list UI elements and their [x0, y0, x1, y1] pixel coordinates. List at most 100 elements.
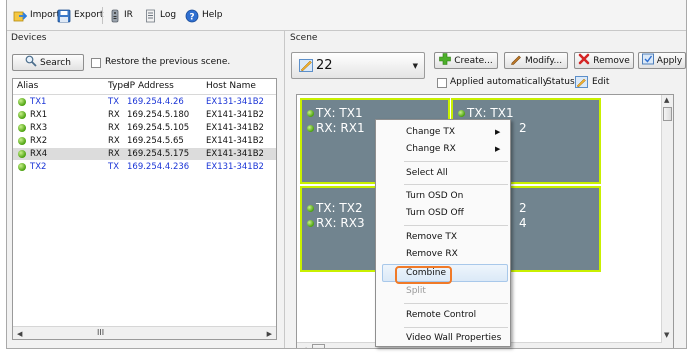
online-status-icon	[18, 163, 26, 171]
toolbar-divider	[102, 7, 103, 24]
devices-title: Devices	[11, 33, 47, 43]
online-status-icon	[307, 205, 314, 212]
row-ip: 169.254.4.236	[127, 162, 190, 172]
create-scene-button[interactable]: Create...	[434, 52, 498, 69]
row-type: RX	[108, 110, 120, 120]
column-header-type[interactable]: Type	[108, 81, 129, 91]
search-button[interactable]: Search	[12, 54, 84, 71]
row-host: EX141-341B2	[206, 110, 264, 120]
export-button[interactable]: Export	[57, 7, 103, 23]
table-row[interactable]: RX3 RX 169.254.5.105 EX141-341B2	[13, 122, 276, 134]
table-row[interactable]: RX2 RX 169.254.5.65 EX141-341B2	[13, 135, 276, 147]
context-menu: Change TX ▶ Change RX ▶ Select All Turn …	[375, 119, 511, 347]
scroll-right-icon[interactable]: ▶	[267, 330, 272, 338]
apply-label: Apply	[656, 55, 683, 66]
restore-scene-checkbox[interactable]	[91, 58, 101, 68]
menu-item-turn-osd-off[interactable]: Turn OSD Off	[406, 208, 464, 218]
apply-button[interactable]: Apply	[638, 52, 686, 69]
online-status-icon	[18, 111, 26, 119]
scroll-left-icon[interactable]: ◀	[301, 346, 306, 348]
add-icon	[439, 53, 452, 68]
export-label: Export	[74, 10, 104, 20]
row-ip: 169.254.5.180	[127, 110, 190, 120]
row-type: RX	[108, 123, 120, 133]
scroll-left-icon[interactable]: ◀	[17, 330, 22, 338]
menu-item-remove-tx[interactable]: Remove TX	[406, 232, 457, 242]
row-type: RX	[108, 136, 120, 146]
cell-rx: 4	[519, 216, 527, 230]
applied-automatically-label: Applied automatically	[450, 77, 549, 87]
column-header-alias[interactable]: Alias	[17, 81, 38, 91]
delete-icon	[578, 53, 590, 68]
import-button[interactable]: Import	[13, 7, 60, 23]
devices-horizontal-scrollbar[interactable]: ◀ III ▶	[13, 326, 276, 339]
menu-item-remove-rx[interactable]: Remove RX	[406, 249, 458, 259]
search-label: Search	[40, 57, 71, 68]
chevron-down-icon: ▼	[412, 62, 418, 70]
menu-item-remote-control[interactable]: Remote Control	[406, 310, 476, 320]
scroll-thumb[interactable]: III	[97, 328, 104, 337]
table-row[interactable]: TX1 TX 169.254.4.26 EX131-341B2	[13, 96, 276, 108]
row-type: TX	[108, 97, 120, 107]
row-alias: RX2	[30, 136, 48, 146]
toolbar: Import Export IR Log ? Help	[7, 0, 686, 31]
submenu-arrow-icon: ▶	[495, 145, 501, 153]
row-alias: TX1	[30, 97, 47, 107]
menu-separator	[404, 303, 508, 304]
restore-scene-label: Restore the previous scene.	[105, 57, 231, 67]
pencil-icon	[510, 53, 522, 68]
remove-label: Remove	[593, 55, 630, 66]
table-row[interactable]: TX2 TX 169.254.4.236 EX131-341B2	[13, 161, 276, 173]
menu-separator	[404, 184, 508, 185]
row-ip: 169.254.5.105	[127, 123, 190, 133]
help-icon: ?	[185, 9, 199, 22]
table-row-selected[interactable]: RX4 RX 169.254.5.175 EX141-341B2	[13, 148, 276, 160]
scroll-thumb[interactable]	[663, 107, 672, 121]
scene-title: Scene	[290, 33, 318, 43]
remove-scene-button[interactable]: Remove	[574, 52, 634, 69]
ir-label: IR	[124, 10, 133, 20]
edit-icon[interactable]	[575, 76, 588, 91]
modify-scene-button[interactable]: Modify...	[504, 52, 568, 69]
cell-rx-line: RX: RX1	[307, 122, 365, 135]
cell-rx: 2	[519, 121, 527, 135]
row-type: TX	[108, 162, 120, 172]
menu-separator	[404, 161, 508, 162]
scroll-down-icon[interactable]: ▼	[664, 331, 669, 339]
import-label: Import	[30, 10, 60, 20]
cell-rx-line: RX: RX3	[307, 217, 365, 230]
row-host: EX141-341B2	[206, 123, 264, 133]
row-host: EX141-341B2	[206, 149, 264, 159]
applied-automatically-checkbox[interactable]	[437, 78, 447, 88]
row-alias: RX1	[30, 110, 48, 120]
table-row[interactable]: RX1 RX 169.254.5.180 EX141-341B2	[13, 109, 276, 121]
menu-item-change-rx[interactable]: Change RX	[406, 144, 456, 154]
row-alias: TX2	[30, 162, 47, 172]
scroll-up-icon[interactable]: ▲	[664, 96, 669, 104]
log-button[interactable]: Log	[145, 7, 176, 23]
menu-item-change-tx[interactable]: Change TX	[406, 127, 455, 137]
menu-item-select-all[interactable]: Select All	[406, 168, 448, 178]
online-status-icon	[458, 110, 465, 117]
row-ip: 169.254.4.26	[127, 97, 184, 107]
devices-panel: Devices Search Restore the previous scen…	[7, 31, 285, 348]
column-header-ip-address[interactable]: IP Address	[127, 81, 174, 91]
wall-vertical-scrollbar[interactable]: ▲ ▼	[661, 95, 673, 348]
search-icon	[25, 55, 37, 70]
menu-item-turn-osd-on[interactable]: Turn OSD On	[406, 191, 463, 201]
svg-text:?: ?	[189, 12, 194, 22]
help-button[interactable]: ? Help	[185, 7, 223, 23]
column-header-host-name[interactable]: Host Name	[206, 81, 256, 91]
cell-tx: 2	[519, 201, 527, 215]
online-status-icon	[307, 110, 314, 117]
create-label: Create...	[454, 55, 493, 66]
ir-button[interactable]: IR	[110, 7, 133, 23]
scroll-thumb[interactable]	[312, 344, 325, 348]
menu-item-video-wall-properties[interactable]: Video Wall Properties	[406, 333, 501, 343]
row-host: EX131-341B2	[206, 162, 264, 172]
row-ip: 169.254.5.175	[127, 149, 190, 159]
cell-tx: TX: TX1	[316, 106, 363, 120]
cell-tx: TX: TX1	[467, 106, 514, 120]
scene-select[interactable]: 22 ▼	[291, 52, 425, 79]
app-window: Import Export IR Log ? Help Devices Sear…	[6, 0, 687, 349]
